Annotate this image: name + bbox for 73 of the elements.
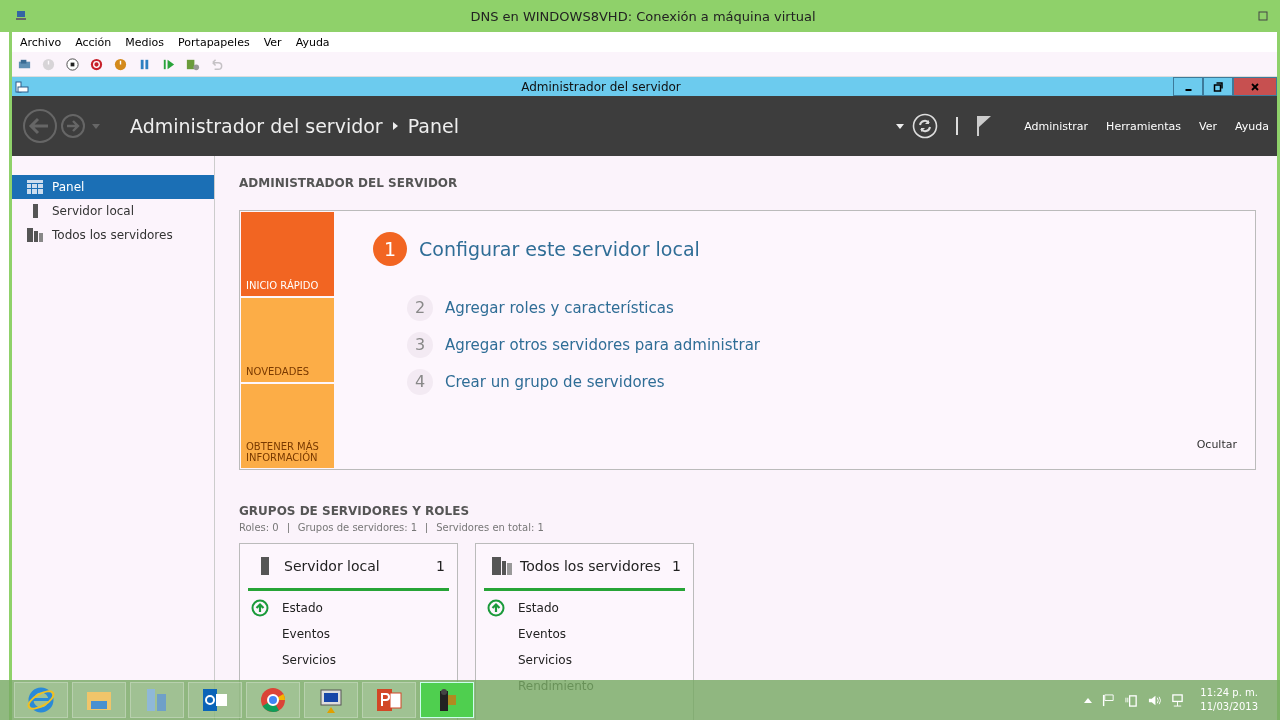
servers-icon (492, 557, 512, 575)
card-item[interactable]: Eventos (518, 627, 566, 641)
battery-icon[interactable] (1125, 693, 1139, 707)
window-title: DNS en WINDOWS8VHD: Conexión a máquina virtual (469, 8, 817, 24)
breadcrumb-item[interactable]: Administrador del servidor (130, 115, 383, 137)
maximize-button[interactable] (1203, 77, 1233, 96)
sidebar-item[interactable]: Todos los servidores (12, 223, 214, 247)
step-number: 3 (407, 331, 433, 358)
tile[interactable]: NOVEDADES (241, 298, 334, 382)
step-number: 4 (407, 368, 433, 395)
hide-link[interactable]: Ocultar (1196, 438, 1237, 451)
restore-icon (1213, 81, 1223, 92)
step-link[interactable]: Agregar otros servidores para administrar (445, 335, 760, 354)
server-manager-icon (15, 79, 29, 94)
step-number: 1 (373, 232, 407, 266)
summary-text: Roles: 0 (239, 522, 279, 533)
sidebar-item[interactable]: Panel (12, 175, 214, 199)
dashboard-icon (27, 180, 43, 194)
summary-text: Grupos de servidores: 1 (297, 522, 418, 533)
card-item[interactable]: Estado (282, 601, 323, 615)
step-link[interactable]: Agregar roles y características (445, 298, 674, 317)
menu-item[interactable]: Herramientas (1106, 119, 1182, 133)
taskbar-mail-icon[interactable] (188, 682, 242, 718)
taskbar-browser-icon[interactable] (246, 682, 300, 718)
minimize-icon (1184, 88, 1192, 91)
menu-item[interactable]: Archivo (20, 35, 62, 49)
taskbar-slides-icon[interactable] (362, 682, 416, 718)
chevron-icon (392, 122, 398, 130)
power-icon[interactable] (89, 56, 104, 72)
step-number: 2 (407, 294, 433, 321)
card-item[interactable]: Servicios (282, 653, 336, 667)
refresh-icon[interactable] (912, 113, 939, 139)
card-item[interactable]: Estado (518, 601, 559, 615)
minimize-button[interactable] (1173, 77, 1203, 96)
taskbar-browser-icon[interactable] (14, 682, 68, 718)
step-link[interactable]: Crear un grupo de servidores (445, 372, 665, 391)
window-title: Administrador del servidor (520, 79, 682, 94)
taskbar-camera-icon[interactable] (420, 682, 474, 718)
close-icon (1250, 81, 1260, 92)
card-title: Servidor local (284, 558, 381, 574)
flag-icon[interactable] (976, 115, 993, 137)
count: 1 (672, 558, 681, 574)
forward-icon[interactable] (60, 113, 86, 139)
computer-icon (14, 9, 28, 23)
card-title: Todos los servidores (520, 558, 662, 574)
card-item[interactable]: Eventos (282, 627, 330, 641)
network-icon[interactable] (1171, 693, 1185, 707)
card-item[interactable]: Servicios (518, 653, 572, 667)
taskbar-monitor-icon[interactable] (304, 682, 358, 718)
menu-item[interactable]: Ver (263, 35, 282, 49)
back-icon[interactable] (22, 108, 58, 144)
menu-item[interactable]: Administrar (1024, 119, 1089, 133)
menu-item[interactable]: Acción (75, 35, 112, 49)
restore-icon[interactable] (1258, 11, 1268, 21)
menu-item[interactable]: Medios (125, 35, 165, 49)
section-heading: ADMINISTRADOR DEL SERVIDOR (239, 176, 459, 190)
breadcrumb-item[interactable]: Panel (407, 115, 459, 137)
menu-item[interactable]: Portapapeles (178, 35, 250, 49)
section-heading: GRUPOS DE SERVIDORES Y ROLES (239, 504, 471, 518)
sidebar-item[interactable]: Servidor local (12, 199, 214, 223)
count: 1 (436, 558, 445, 574)
close-button[interactable] (1233, 77, 1277, 96)
menu-item[interactable]: Ver (1199, 119, 1217, 133)
menu-item[interactable]: Ayuda (1235, 119, 1269, 133)
taskbar-folder-icon[interactable] (72, 682, 126, 718)
menu-item[interactable]: Ayuda (295, 35, 330, 49)
servers-icon (27, 228, 43, 242)
caret-icon[interactable] (896, 123, 905, 129)
step-link[interactable]: Configurar este servidor local (419, 238, 700, 260)
stop-icon[interactable] (65, 56, 80, 72)
power-icon[interactable] (113, 56, 128, 72)
tile[interactable]: OBTENER MÁS INFORMACIÓN (241, 384, 334, 468)
summary-text: Servidores en total: 1 (436, 522, 544, 533)
